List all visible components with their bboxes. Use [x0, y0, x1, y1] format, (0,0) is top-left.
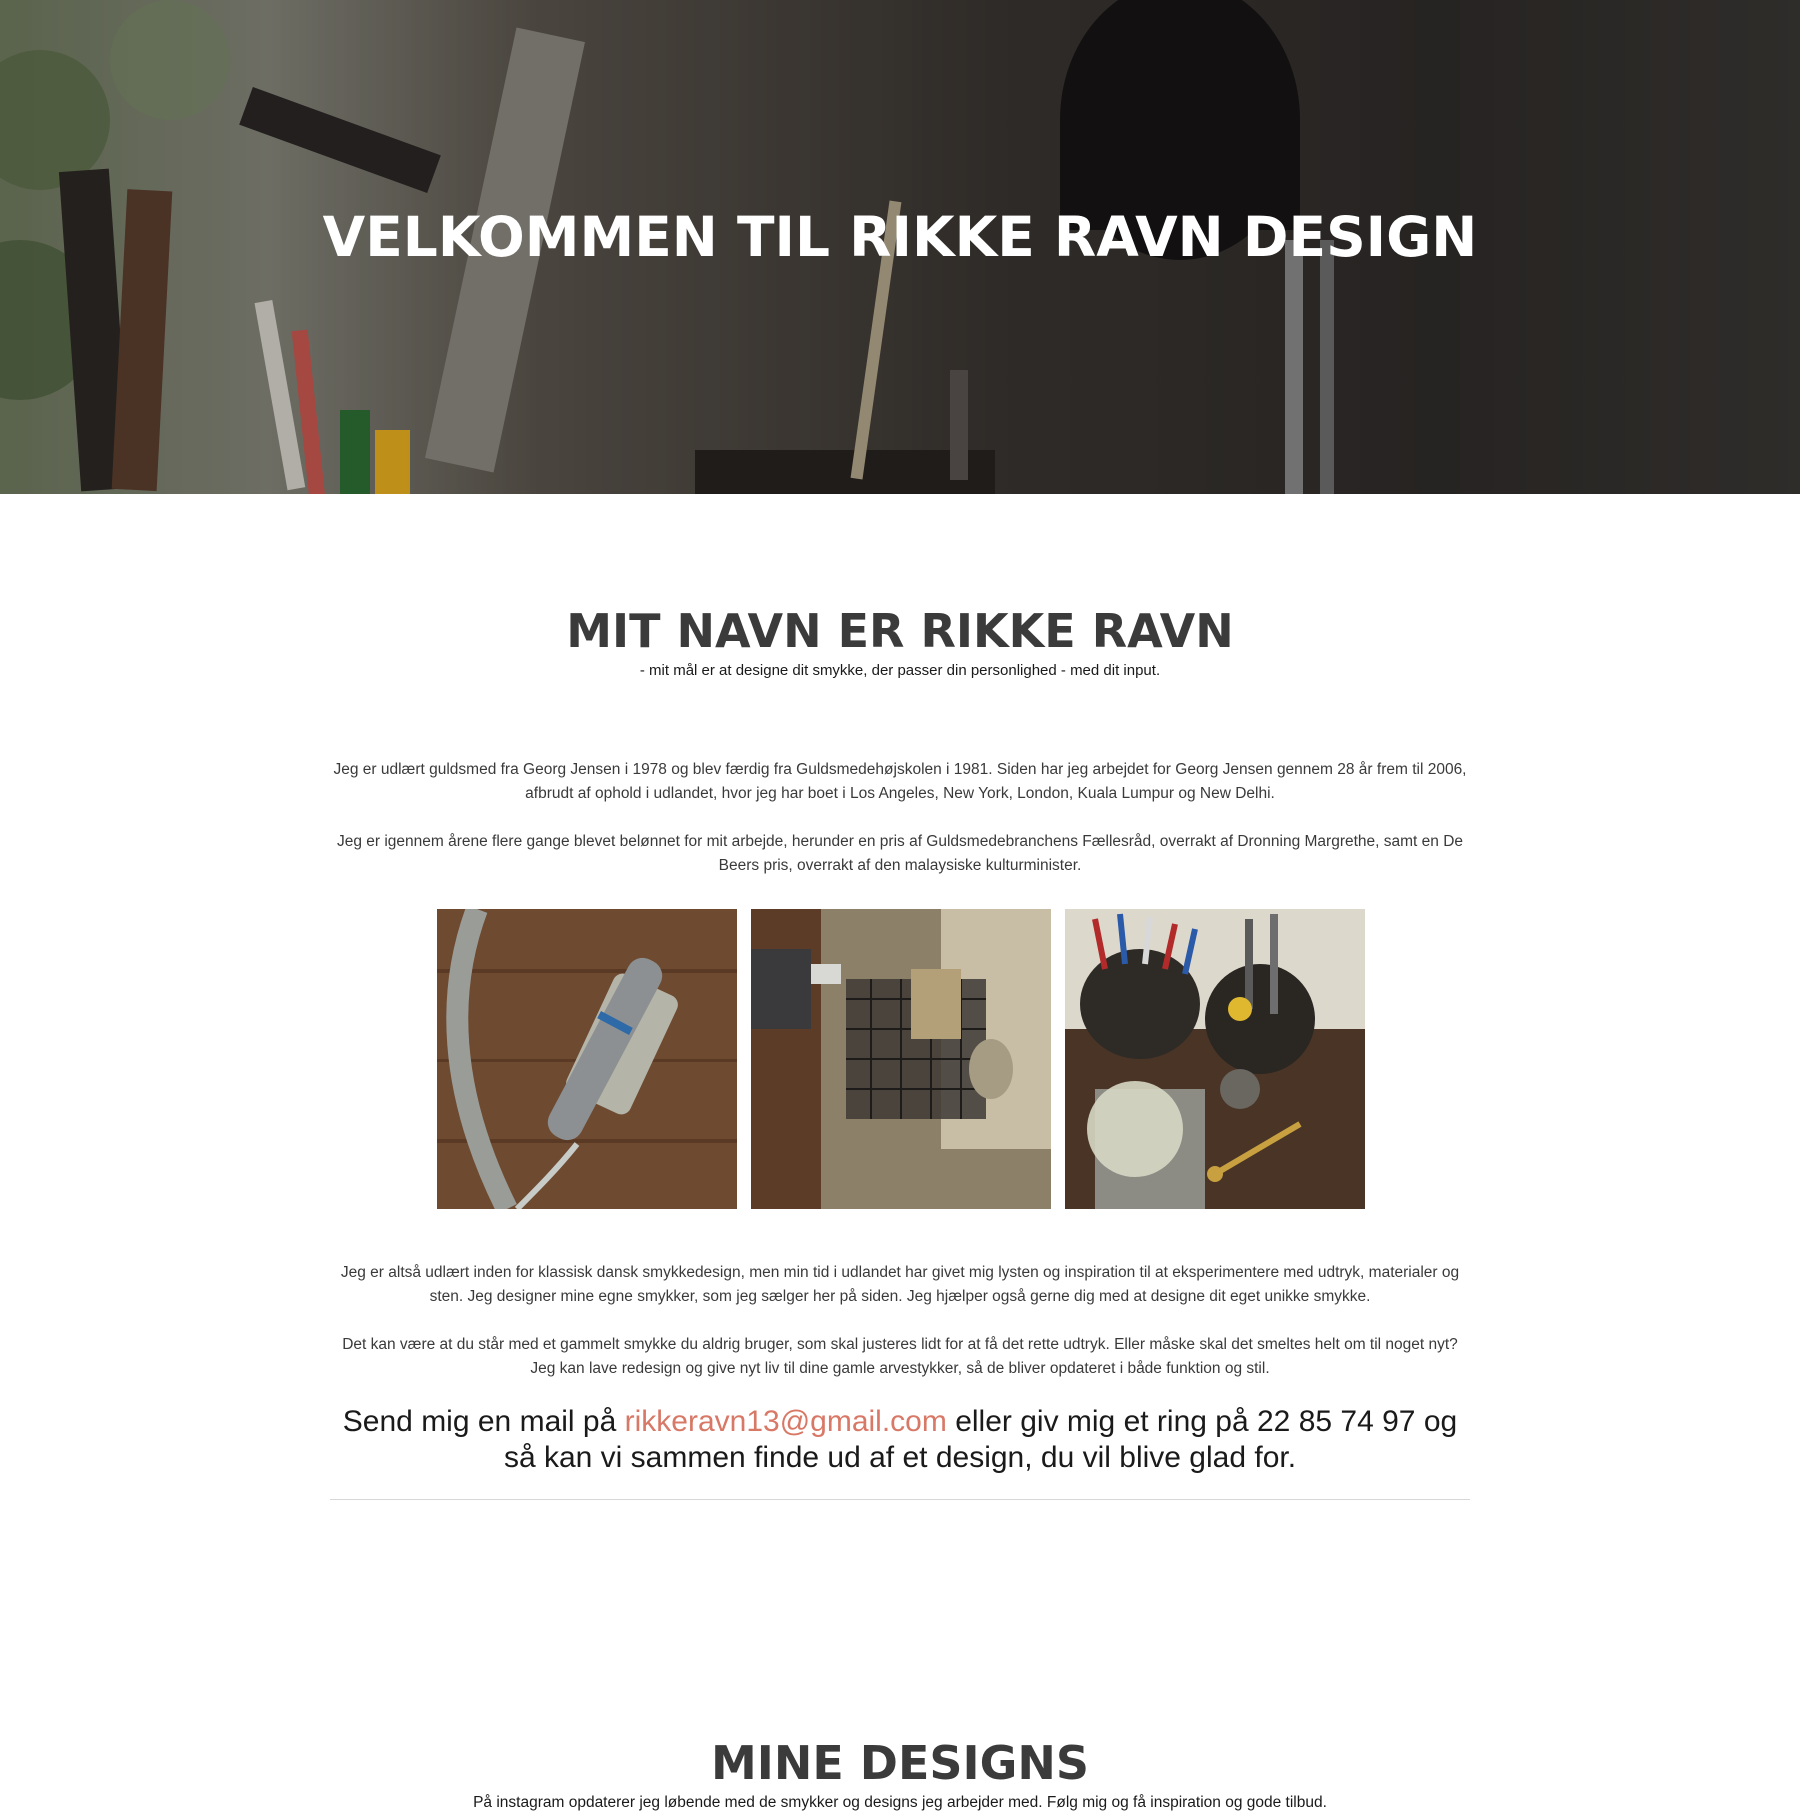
photo-gallery [437, 909, 1365, 1209]
designs-subtitle: På instagram opdaterer jeg løbende med d… [473, 1794, 1327, 1811]
hero-banner: VELKOMMEN TIL RIKKE RAVN DESIGN [0, 0, 1800, 494]
polishing-tool-photo [437, 909, 737, 1209]
about-subtitle: - mit mål er at designe dit smykke, der … [639, 662, 1161, 679]
about-paragraph: Jeg er igennem årene flere gange blevet … [336, 833, 1464, 874]
gallery-photo[interactable] [437, 909, 737, 1209]
contact-cta: Send mig en mail på rikkeravn13@gmail.co… [330, 1404, 1470, 1476]
about-paragraph: Jeg er udlært guldsmed fra Georg Jensen … [333, 761, 1467, 802]
email-link[interactable]: rikkeravn13@gmail.com [625, 1405, 947, 1438]
cta-text-before: Send mig en mail på [342, 1405, 625, 1438]
section-divider [330, 1499, 1470, 1500]
about-paragraph: Jeg er altså udlært inden for klassisk d… [340, 1264, 1460, 1305]
about-title: MIT NAVN ER RIKKE RAVN [566, 604, 1234, 658]
hero-title: VELKOMMEN TIL RIKKE RAVN DESIGN [322, 205, 1478, 269]
designs-title: MINE DESIGNS [710, 1736, 1090, 1790]
workbench-tools-photo [1065, 909, 1365, 1209]
soldering-block-photo [751, 909, 1051, 1209]
about-paragraph: Det kan være at du står med et gammelt s… [342, 1336, 1458, 1377]
gallery-photo[interactable] [1065, 909, 1365, 1209]
gallery-photo[interactable] [751, 909, 1051, 1209]
